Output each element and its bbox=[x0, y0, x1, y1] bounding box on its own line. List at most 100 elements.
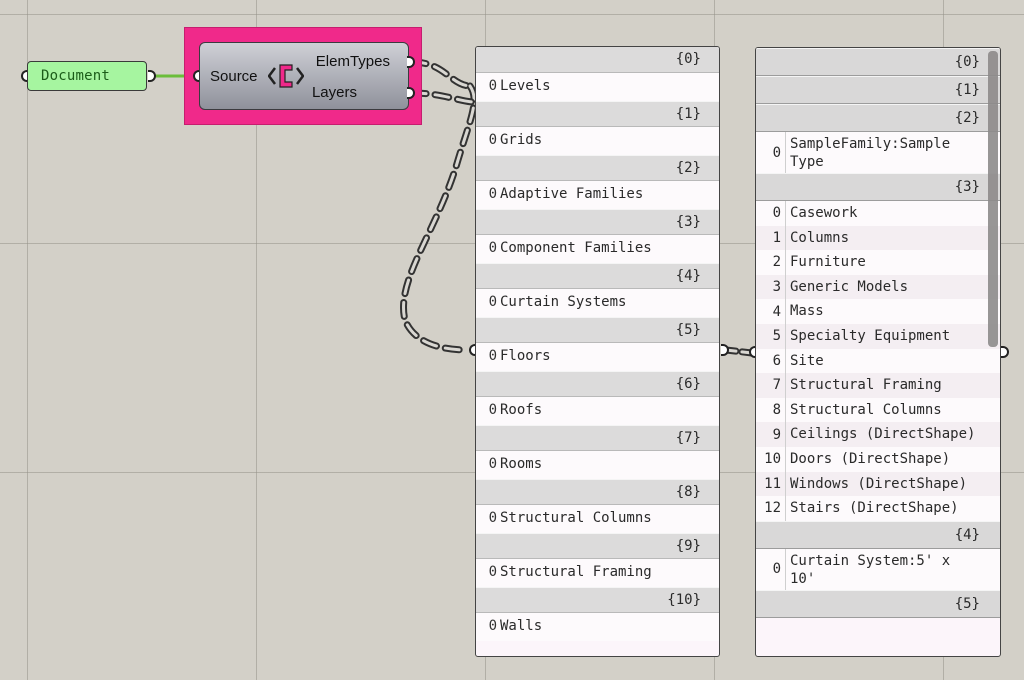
branch-items: 0 Component Families bbox=[476, 235, 719, 263]
item-text: Stairs (DirectShape) bbox=[790, 500, 959, 517]
list-item: 3 Generic Models bbox=[756, 274, 1000, 300]
item-text: Mass bbox=[790, 303, 824, 320]
list-item: 8 Structural Columns bbox=[756, 397, 1000, 423]
branch-items: 0 Grids bbox=[476, 127, 719, 155]
item-text: Curtain System:5' x 10' bbox=[790, 552, 951, 587]
item-index: 9 bbox=[756, 422, 786, 447]
branch-path-header: {9} bbox=[476, 533, 719, 559]
list-item: 0 Structural Framing bbox=[476, 559, 719, 587]
branch-items: 0 SampleFamily:Sample Type bbox=[756, 132, 1000, 173]
item-text: SampleFamily:Sample Type bbox=[790, 136, 951, 170]
item-text: Grids bbox=[500, 132, 543, 148]
item-index: 10 bbox=[756, 446, 786, 472]
branch-items: 0 Casework 1 Columns 2 Furniture 3 Generic Mode… bbox=[756, 201, 1000, 521]
item-index: 0 bbox=[488, 564, 497, 580]
elemtypes-output-label: ElemTypes bbox=[315, 53, 390, 70]
item-text: Component Families bbox=[500, 240, 652, 256]
item-index: 0 bbox=[488, 348, 497, 364]
branch-path-header: {4} bbox=[756, 520, 1000, 549]
branch-path-header: {2} bbox=[756, 104, 1000, 132]
item-index: 0 bbox=[488, 294, 497, 310]
item-text: Structural Columns bbox=[790, 401, 942, 418]
branch-path-header: {0} bbox=[756, 48, 1000, 76]
item-index: 0 bbox=[488, 78, 497, 94]
list-item: 1 Columns bbox=[756, 225, 1000, 251]
item-index: 3 bbox=[756, 274, 786, 300]
list-item: 9 Ceilings (DirectShape) bbox=[756, 422, 1000, 447]
list-item: 0 Grids bbox=[476, 127, 719, 155]
branch-items: 0 Structural Columns bbox=[476, 505, 719, 533]
item-text: Walls bbox=[500, 618, 543, 634]
list-item: 0 Component Families bbox=[476, 235, 719, 263]
item-text: Levels bbox=[500, 78, 551, 94]
item-index: 0 bbox=[488, 240, 497, 256]
item-index: 7 bbox=[756, 373, 786, 398]
item-text: Windows (DirectShape) bbox=[790, 475, 968, 492]
item-index: 0 bbox=[756, 548, 786, 590]
panel-scrollbar[interactable] bbox=[988, 51, 998, 347]
item-text: Specialty Equipment bbox=[790, 327, 951, 344]
panel-element-types[interactable]: {0} 0 Levels {1} 0 Grids {2} 0 Adaptive Families… bbox=[475, 46, 720, 657]
branch-path-header: {6} bbox=[476, 371, 719, 397]
item-text: Structural Framing bbox=[500, 564, 652, 580]
branch-path-header: {5} bbox=[756, 589, 1000, 618]
layers-output-label: Layers bbox=[311, 84, 357, 101]
item-index: 0 bbox=[756, 201, 786, 226]
item-index: 1 bbox=[756, 225, 786, 251]
item-text: Floors bbox=[500, 348, 551, 364]
list-item: 4 Mass bbox=[756, 299, 1000, 324]
branch-items: 0 Walls bbox=[476, 613, 719, 641]
item-text: Ceilings (DirectShape) bbox=[790, 426, 976, 443]
item-text: Structural Framing bbox=[790, 377, 942, 394]
document-output-grip[interactable] bbox=[148, 70, 156, 82]
list-item: 0 Structural Columns bbox=[476, 505, 719, 533]
item-text: Rooms bbox=[500, 456, 543, 472]
list-item: 12 Stairs (DirectShape) bbox=[756, 496, 1000, 521]
branch-items: 0 Adaptive Families bbox=[476, 181, 719, 209]
list-item: 0 Roofs bbox=[476, 397, 719, 425]
list-item: 7 Structural Framing bbox=[756, 373, 1000, 398]
item-index: 0 bbox=[488, 510, 497, 526]
item-text: Generic Models bbox=[790, 278, 909, 295]
branch-items: 0 Curtain System:5' x 10' bbox=[756, 548, 1000, 590]
branch-items: 0 Rooms bbox=[476, 451, 719, 479]
item-index: 0 bbox=[488, 186, 497, 202]
item-text: Casework bbox=[790, 205, 858, 221]
panel-left-output-grip[interactable] bbox=[721, 344, 729, 356]
list-item: 6 Site bbox=[756, 348, 1000, 374]
item-text: Furniture bbox=[790, 254, 866, 271]
branch-path-header: {1} bbox=[756, 76, 1000, 104]
list-item: 0 Rooms bbox=[476, 451, 719, 479]
branch-path-header: {5} bbox=[476, 317, 719, 343]
category-component[interactable]: Source ElemTypes Layers bbox=[199, 42, 409, 110]
item-index: 2 bbox=[756, 250, 786, 275]
list-item: 0 Walls bbox=[476, 613, 719, 641]
list-item: 5 Specialty Equipment bbox=[756, 323, 1000, 349]
branch-items: 0 Roofs bbox=[476, 397, 719, 425]
document-param-label: Document bbox=[41, 68, 111, 84]
list-item: 0 Floors bbox=[476, 343, 719, 371]
branch-path-header: {10} bbox=[476, 587, 719, 613]
branch-path-header: {0} bbox=[476, 47, 719, 73]
list-item: 2 Furniture bbox=[756, 250, 1000, 275]
list-item: 0 Adaptive Families bbox=[476, 181, 719, 209]
item-index: 8 bbox=[756, 397, 786, 423]
branch-path-header: {1} bbox=[476, 101, 719, 127]
branch-path-header: {8} bbox=[476, 479, 719, 505]
list-item: 11 Windows (DirectShape) bbox=[756, 471, 1000, 497]
component-c-icon bbox=[268, 64, 304, 88]
source-input-label: Source bbox=[210, 68, 258, 85]
item-index: 0 bbox=[488, 456, 497, 472]
item-text: Site bbox=[790, 352, 824, 369]
item-text: Adaptive Families bbox=[500, 186, 644, 202]
item-index: 0 bbox=[488, 132, 497, 148]
item-index: 6 bbox=[756, 348, 786, 374]
panel-right-output-grip[interactable] bbox=[1001, 346, 1009, 358]
document-param[interactable]: Document bbox=[27, 61, 147, 91]
list-item: 0 Curtain Systems bbox=[476, 289, 719, 317]
panel-layers[interactable]: {0} {1} {2} 0 SampleFamily:Sample Type {3} 0 Ca… bbox=[755, 47, 1001, 657]
branch-items: 0 Floors bbox=[476, 343, 719, 371]
item-text: Curtain Systems bbox=[500, 294, 627, 310]
list-item: 0 Casework bbox=[756, 201, 1000, 226]
branch-items: 0 Structural Framing bbox=[476, 559, 719, 587]
